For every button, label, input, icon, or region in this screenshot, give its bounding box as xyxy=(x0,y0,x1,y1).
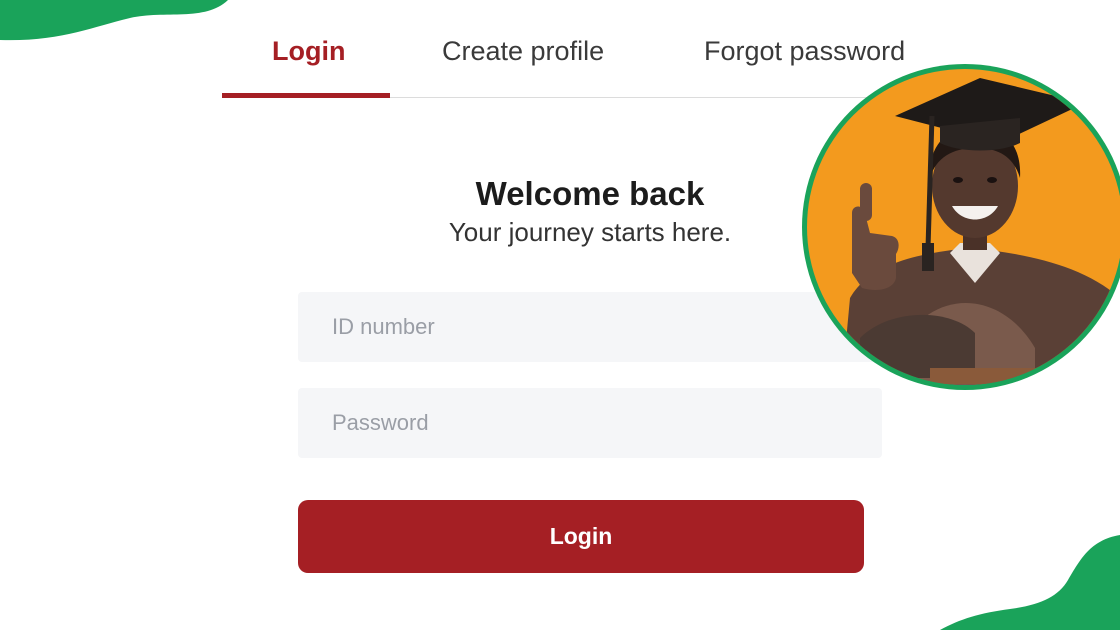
login-button[interactable]: Login xyxy=(298,500,864,573)
id-number-input[interactable] xyxy=(298,292,882,362)
decorative-blob-bottom-right xyxy=(940,535,1120,630)
password-input[interactable] xyxy=(298,388,882,458)
decorative-blob-top-left xyxy=(0,0,228,41)
welcome-title: Welcome back xyxy=(475,175,705,212)
graduate-photo xyxy=(802,64,1120,390)
active-tab-indicator xyxy=(222,93,390,98)
tab-login[interactable]: Login xyxy=(272,36,345,67)
tab-create-profile[interactable]: Create profile xyxy=(442,36,604,67)
welcome-subtitle: Your journey starts here. xyxy=(448,217,732,247)
